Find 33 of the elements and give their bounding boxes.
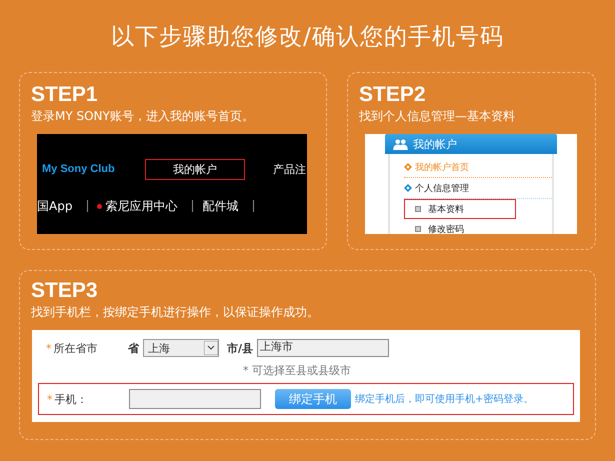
phone-field[interactable] (129, 389, 261, 409)
step-description: 登录MY SONY账号，进入我的账号首页。 (31, 108, 255, 125)
province-select[interactable]: 上海 (143, 339, 219, 357)
nav-link[interactable]: 产品注 (272, 158, 307, 180)
required-mark: * (46, 342, 52, 354)
step-description: 找到手机栏，按绑定手机进行操作，以保证操作成功。 (31, 304, 320, 321)
diamond-icon (404, 184, 412, 192)
field-label: 手机： (54, 392, 88, 406)
hint-text: * 可选择至县或县级市 (242, 363, 352, 379)
step-description: 找到个人信息管理—基本资料 (359, 108, 516, 125)
square-icon (415, 206, 421, 212)
step-heading: STEP3 (31, 279, 98, 303)
nav-link[interactable]: 索尼应用中心 (105, 198, 178, 214)
field-label: 所在省市 (54, 342, 98, 354)
field-label: 市/县 (227, 340, 254, 356)
brand-link[interactable]: My Sony Club (42, 163, 145, 175)
caret-icon (204, 341, 218, 355)
step-heading: STEP1 (31, 83, 98, 107)
city-field[interactable]: 上海市 (257, 339, 390, 357)
square-icon (415, 226, 421, 232)
nav-link[interactable]: 国App (37, 198, 72, 214)
page-title: 以下步骤助您修改/确认您的手机号码 (110, 22, 505, 52)
required-mark: * (47, 392, 52, 406)
menu-item[interactable]: 个人信息管理 (415, 182, 469, 194)
step-heading: STEP2 (359, 83, 426, 107)
menu-title: 我的帐户 (413, 136, 457, 152)
diamond-icon (404, 163, 412, 171)
people-icon (393, 138, 408, 150)
field-label: 省 (128, 340, 139, 356)
nav-link[interactable]: 配件城 (202, 198, 238, 214)
submenu-item[interactable]: 修改密码 (428, 222, 464, 234)
hint-text: 绑定手机后，即可使用手机+密码登录。 (355, 392, 534, 406)
nav-link[interactable]: 我的帐户 (145, 158, 245, 180)
